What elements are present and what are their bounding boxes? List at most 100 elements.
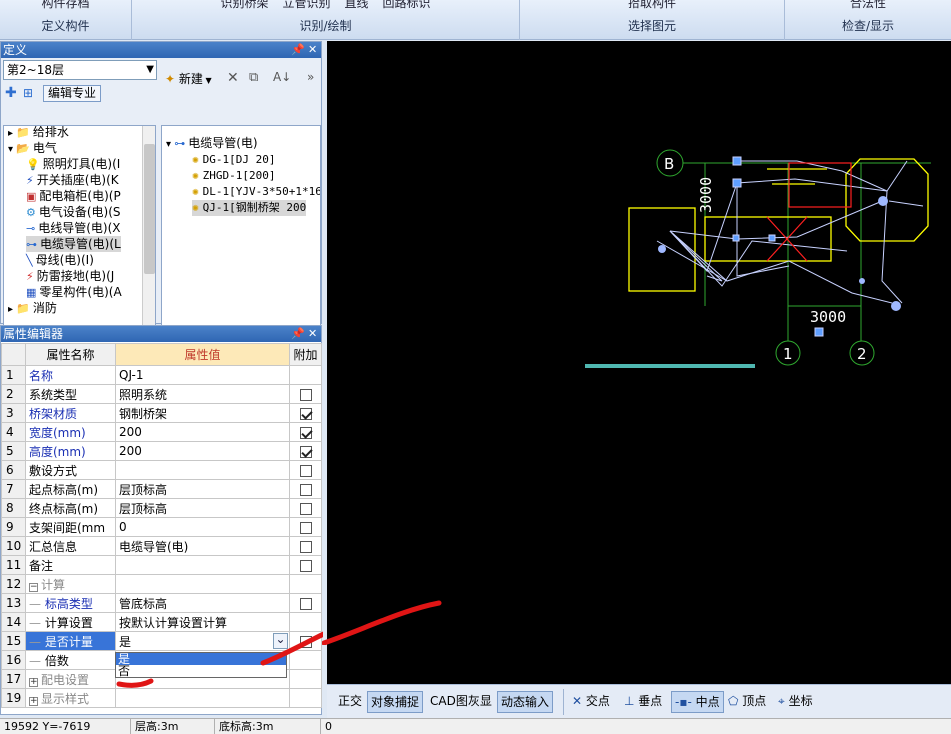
extra-checkbox[interactable] <box>299 597 312 610</box>
snap-coordinate-button[interactable]: ⌖ 坐标 <box>775 691 816 713</box>
extra-checkbox[interactable] <box>299 464 312 477</box>
pick-component-button[interactable]: 拾取构件 <box>628 0 676 12</box>
more-icon[interactable]: » <box>307 70 314 84</box>
extra-checkbox[interactable] <box>299 483 312 496</box>
property-row[interactable]: 10 汇总信息 电缆导管(电) <box>1 536 322 556</box>
tree-item[interactable]: ▸ 📁 消防 <box>8 300 57 316</box>
property-value-cell[interactable]: 层顶标高 <box>115 498 290 518</box>
property-value-cell[interactable] <box>115 574 290 594</box>
delete-icon[interactable]: ✕ <box>227 70 239 86</box>
ortho-button[interactable]: 正交 <box>335 691 365 713</box>
tree-item[interactable]: ⊶ 电缆导管(电)(L <box>26 236 121 252</box>
property-value-cell[interactable]: 钢制桥架 <box>115 403 290 423</box>
dropdown-option-yes[interactable]: 是 <box>116 653 286 665</box>
measure-select[interactable]: 是 ⌄ <box>115 631 290 651</box>
dropdown-option-no[interactable]: 否 <box>116 665 286 677</box>
property-row[interactable]: 2 系统类型 照明系统 <box>1 384 322 404</box>
identify-tray-button[interactable]: 识别桥架 <box>220 0 268 12</box>
tree-item[interactable]: ▸ 📁 给排水 <box>8 126 69 140</box>
property-row[interactable]: 9 支架间距(mm 0 <box>1 517 322 537</box>
property-row[interactable]: 7 起点标高(m) 层顶标高 <box>1 479 322 499</box>
property-value-cell[interactable]: 层顶标高 <box>115 479 290 499</box>
scrollbar-thumb[interactable] <box>144 144 155 274</box>
property-value-cell[interactable]: 管底标高 <box>115 593 290 613</box>
cad-drawing[interactable]: B 1 2 3000 3000 <box>327 41 951 684</box>
add-specialty-icon[interactable]: ✚ <box>5 86 21 100</box>
property-value-cell[interactable]: QJ-1 <box>115 365 290 385</box>
tree-item[interactable]: ▾ 📂 电气 <box>8 140 57 156</box>
chevron-down-icon[interactable]: ⌄ <box>273 633 288 649</box>
property-row[interactable]: 8 终点标高(m) 层顶标高 <box>1 498 322 518</box>
property-row[interactable]: 3 桥架材质 钢制桥架 <box>1 403 322 423</box>
property-row[interactable]: 13— 标高类型 管底标高 <box>1 593 322 613</box>
collapse-icon[interactable]: − <box>29 582 38 592</box>
tree-item[interactable]: ⊸ 电线导管(电)(X <box>26 220 121 236</box>
property-value-cell[interactable]: 200 <box>115 441 290 461</box>
floor-select[interactable]: 第2~18层 ▼ <box>3 60 157 80</box>
expand-icon[interactable]: + <box>29 677 38 687</box>
tree-item[interactable]: ▣ 配电箱柜(电)(P <box>26 188 121 204</box>
pin-icon[interactable]: 📌 <box>291 42 305 58</box>
property-value-cell[interactable] <box>115 555 290 575</box>
property-row[interactable]: 1 名称 QJ-1 <box>1 365 322 385</box>
copy-icon[interactable]: ⧉ <box>249 70 258 85</box>
property-value-cell[interactable] <box>115 460 290 480</box>
cad-drawing-canvas[interactable]: B 1 2 3000 3000 <box>327 41 951 684</box>
object-snap-button[interactable]: 对象捕捉 <box>367 691 424 713</box>
tree-item[interactable]: ⚡ 开关插座(电)(K <box>26 172 119 188</box>
property-row[interactable]: 12− 计算 <box>1 574 322 594</box>
riser-identify-button[interactable]: 立管识别 <box>282 0 330 12</box>
property-value-cell[interactable]: 照明系统 <box>115 384 290 404</box>
extra-checkbox[interactable] <box>299 559 312 572</box>
property-row[interactable]: 6 敷设方式 <box>1 460 322 480</box>
component-item[interactable]: ✺ DG-1[DJ 20] <box>192 152 275 168</box>
component-item[interactable]: ✺ DL-1[YJV-3*50+1*16 <box>192 184 320 200</box>
vertical-scrollbar[interactable] <box>142 126 155 328</box>
property-row[interactable]: 5 高度(mm) 200 <box>1 441 322 461</box>
tree-item[interactable]: ▦ 零星构件(电)(A <box>26 284 122 300</box>
validity-check-button[interactable]: 合法性 <box>850 0 886 12</box>
component-item[interactable]: ✺ QJ-1[钢制桥架 200 <box>192 200 307 216</box>
extra-checkbox[interactable] <box>299 502 312 515</box>
tree-item[interactable]: ⚙ 电气设备(电)(S <box>26 204 121 220</box>
cad-gray-button[interactable]: CAD图灰显 <box>427 691 495 713</box>
pin-icon[interactable]: 📌 <box>291 326 305 342</box>
new-button[interactable]: ✦ 新建 ▼ <box>165 70 212 88</box>
archive-component-button[interactable]: 构件存档 <box>41 0 89 12</box>
expand-icon[interactable]: ▸ <box>8 128 16 139</box>
snap-vertex-button[interactable]: ⬠ 顶点 <box>725 691 769 713</box>
property-value-cell[interactable] <box>115 688 290 708</box>
tree-item[interactable]: ╲ 母线(电)(I) <box>26 252 94 268</box>
component-item[interactable]: ✺ ZHGD-1[200] <box>192 168 275 184</box>
extra-checkbox[interactable] <box>299 445 312 458</box>
property-row[interactable]: 15— 是否计量是 ⌄ <box>1 631 322 651</box>
snap-midpoint-button[interactable]: -▪- 中点 <box>671 691 724 713</box>
snap-intersection-button[interactable]: ✕ 交点 <box>569 691 613 713</box>
line-button[interactable]: 直线 <box>345 0 369 12</box>
edit-specialty-button[interactable]: 编辑专业 <box>43 85 101 102</box>
dynamic-input-button[interactable]: 动态输入 <box>497 691 554 713</box>
expand-icon[interactable]: + <box>29 696 38 706</box>
extra-checkbox[interactable] <box>299 388 312 401</box>
extra-checkbox[interactable] <box>299 635 312 648</box>
tree-item[interactable]: ⚡ 防雷接地(电)(J <box>26 268 114 284</box>
property-value-cell[interactable]: 0 <box>115 517 290 537</box>
circuit-mark-button[interactable]: 回路标识 <box>383 0 431 12</box>
expand-icon[interactable]: ▸ <box>8 304 16 315</box>
extra-checkbox[interactable] <box>299 407 312 420</box>
close-icon[interactable]: ✕ <box>308 326 317 342</box>
extra-checkbox[interactable] <box>299 521 312 534</box>
property-row[interactable]: 19 + 显示样式 <box>1 688 322 708</box>
tree-item[interactable]: 💡 照明灯具(电)(I <box>26 156 120 172</box>
sort-icon[interactable]: A↓ <box>273 70 291 84</box>
property-row[interactable]: 11 备注 <box>1 555 322 575</box>
property-value-cell[interactable]: 200 <box>115 422 290 442</box>
property-row[interactable]: 14— 计算设置 按默认计算设置计算 <box>1 612 322 632</box>
collapse-icon[interactable]: ▾ <box>8 144 16 155</box>
extra-checkbox[interactable] <box>299 540 312 553</box>
property-value-cell[interactable]: 电缆导管(电) <box>115 536 290 556</box>
component-tree-root[interactable]: ▾ ⊶ 电缆导管(电) <box>166 135 258 151</box>
collapse-icon[interactable]: ▾ <box>166 139 174 150</box>
property-row[interactable]: 4 宽度(mm) 200 <box>1 422 322 442</box>
extra-checkbox[interactable] <box>299 426 312 439</box>
